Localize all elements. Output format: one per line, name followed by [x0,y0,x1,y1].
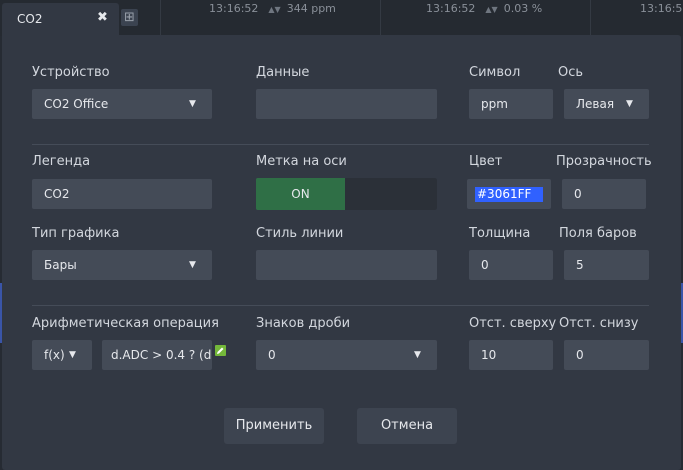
stat-time: 13:16:52 [209,2,259,15]
device-label: Устройство [32,65,110,80]
function-select[interactable]: f(x) ▼ [32,340,92,370]
apply-button[interactable]: Применить [224,408,324,444]
device-value: CO2 Office [44,97,109,111]
function-value: f(x) [44,348,65,362]
data-input[interactable] [256,89,437,119]
offset-bottom-input[interactable]: 0 [564,340,649,370]
legend-input[interactable]: CO2 [32,179,212,209]
stat-time: 13:16:52 [640,2,683,15]
caret-down-icon: ▼ [626,99,633,109]
arithmetic-label: Арифметическая операция [32,316,219,331]
bar-margins-label: Поля баров [559,226,637,241]
color-value: #3061FF [475,187,543,202]
column-separator [380,0,381,36]
cancel-button[interactable]: Отмена [357,408,457,444]
line-style-label: Стиль линии [256,226,344,241]
column-separator [160,0,161,36]
symbol-input[interactable]: ppm [469,89,553,119]
thickness-label: Толщина [469,226,531,241]
caret-down-icon: ▼ [414,350,421,360]
chart-type-label: Тип графика [32,226,120,241]
axis-mark-toggle[interactable]: ON [256,178,437,210]
bar-margins-value: 5 [576,258,584,272]
color-input[interactable]: #3061FF [467,179,551,209]
color-label: Цвет [469,154,503,169]
expression-value: d.ADC > 0.4 ? (d [111,348,212,362]
divider [32,305,649,306]
decimals-label: Знаков дроби [256,316,351,331]
device-select[interactable]: CO2 Office ▼ [32,89,212,119]
add-tab-button[interactable]: ⊞ [121,9,138,26]
tab-co2[interactable]: CO2 ✖ [2,3,119,36]
expression-input[interactable]: d.ADC > 0.4 ? (d [102,340,212,370]
caret-down-icon: ▼ [69,350,76,360]
opacity-input[interactable]: 0 [562,179,646,209]
axis-select[interactable]: Левая ▼ [564,89,649,119]
offset-top-input[interactable]: 10 [469,340,553,370]
column-separator [590,0,591,36]
left-edge-accent [0,283,2,343]
thickness-input[interactable]: 0 [469,250,553,280]
legend-label: Легенда [32,154,91,169]
opacity-label: Прозрачность [556,154,652,169]
thickness-value: 0 [481,258,489,272]
chart-settings-dialog: Устройство Данные Символ Ось CO2 Office … [0,35,683,470]
offset-bottom-label: Отст. снизу [559,316,639,331]
background-stat: 13:16:52 [640,2,683,15]
offset-bottom-value: 0 [576,348,584,362]
divider [32,144,649,145]
sort-arrows-icon: ▲▼ [268,5,281,14]
tab-label: CO2 [17,12,43,26]
decimals-value: 0 [268,348,276,362]
data-label: Данные [256,65,310,80]
stat-value: 344 ppm [286,2,336,15]
background-stat: 13:16:52 ▲▼ 344 ppm [209,2,336,15]
line-style-select[interactable] [256,250,437,280]
caret-down-icon: ▼ [189,260,196,270]
offset-top-label: Отст. сверху [469,316,557,331]
pencil-icon[interactable] [215,345,226,356]
sort-arrows-icon: ▲▼ [485,5,498,14]
axis-value: Левая [576,97,615,111]
opacity-value: 0 [574,187,582,201]
decimals-select[interactable]: 0 ▼ [256,340,437,370]
stat-time: 13:16:52 [426,2,476,15]
axis-label: Ось [558,65,584,80]
stat-value: 0.03 % [503,2,543,15]
bar-margins-input[interactable]: 5 [564,250,649,280]
chart-type-select[interactable]: Бары ▼ [32,250,212,280]
symbol-label: Символ [469,65,521,80]
caret-down-icon: ▼ [189,99,196,109]
toggle-knob [345,178,437,210]
toggle-on-state: ON [256,178,345,210]
plus-icon: ⊞ [124,10,135,25]
legend-value: CO2 [44,187,70,201]
symbol-value: ppm [481,97,508,111]
axis-mark-label: Метка на оси [256,154,347,169]
offset-top-value: 10 [481,348,497,362]
background-stat: 13:16:52 ▲▼ 0.03 % [426,2,542,15]
close-icon[interactable]: ✖ [97,10,108,25]
chart-type-value: Бары [44,258,77,272]
